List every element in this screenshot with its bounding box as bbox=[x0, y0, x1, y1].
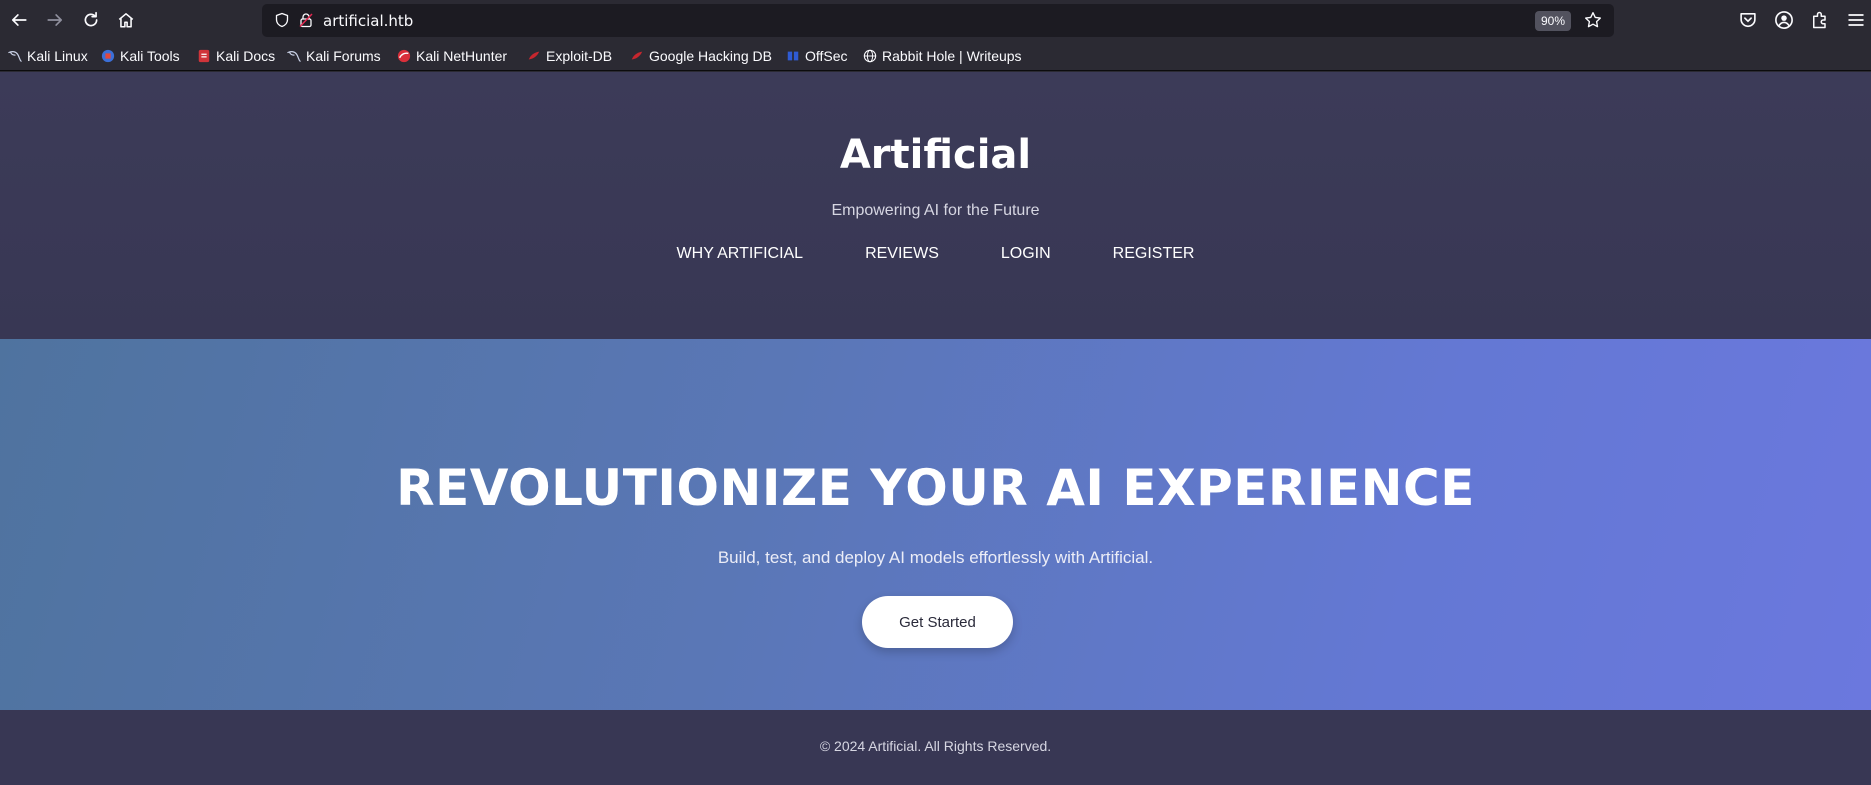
bookmark-kali-nethunter[interactable]: Kali NetHunter bbox=[397, 47, 507, 65]
extensions-icon[interactable] bbox=[1810, 10, 1830, 30]
get-started-button[interactable]: Get Started bbox=[862, 596, 1013, 648]
zoom-indicator[interactable]: 90% bbox=[1535, 11, 1572, 31]
url-text[interactable]: artificial.htb bbox=[323, 12, 413, 30]
nav-link-why-artificial[interactable]: WHY ARTIFICIAL bbox=[646, 245, 835, 263]
arrow-right-icon bbox=[47, 14, 63, 26]
site-nav: WHY ARTIFICIAL REVIEWS LOGIN REGISTER bbox=[0, 245, 1871, 263]
bookmark-kali-docs[interactable]: Kali Docs bbox=[197, 47, 275, 65]
site-title: Artificial bbox=[839, 132, 1032, 178]
footer-copyright: © 2024 Artificial. All Rights Reserved. bbox=[819, 738, 1052, 754]
web-page: Artificial Empowering AI for the Future … bbox=[0, 72, 1871, 785]
bookmark-kali-forums[interactable]: Kali Forums bbox=[287, 47, 381, 65]
forward-button[interactable] bbox=[41, 6, 69, 34]
bookmark-offsec[interactable]: OffSec bbox=[786, 47, 848, 65]
nav-link-reviews[interactable]: REVIEWS bbox=[834, 245, 970, 263]
bookmark-exploit-db[interactable]: Exploit-DB bbox=[527, 47, 612, 65]
site-tagline: Empowering AI for the Future bbox=[831, 202, 1040, 219]
kali-dragon-icon bbox=[287, 50, 301, 62]
kali-docs-icon bbox=[198, 49, 210, 63]
bookmark-star-icon[interactable] bbox=[1584, 11, 1602, 29]
bookmark-kali-tools[interactable]: Kali Tools bbox=[101, 47, 180, 65]
kali-dragon-icon bbox=[8, 50, 22, 62]
hero-section: REVOLUTIONIZE YOUR AI EXPERIENCE Build, … bbox=[0, 339, 1871, 710]
ghdb-icon bbox=[631, 51, 643, 60]
site-footer: © 2024 Artificial. All Rights Reserved. bbox=[0, 710, 1871, 785]
nav-link-login[interactable]: LOGIN bbox=[970, 245, 1082, 263]
home-button[interactable] bbox=[112, 6, 140, 34]
hero-subtitle: Build, test, and deploy AI models effort… bbox=[717, 548, 1154, 567]
nav-link-register[interactable]: REGISTER bbox=[1082, 245, 1226, 263]
arrow-left-icon bbox=[11, 14, 27, 26]
bookmark-rabbit-hole[interactable]: Rabbit Hole | Writeups bbox=[863, 47, 1022, 65]
nethunter-icon bbox=[397, 49, 411, 63]
offsec-icon bbox=[787, 51, 799, 61]
bookmarks-toolbar: Kali Linux Kali Tools Kali Docs Kali For… bbox=[0, 41, 1871, 71]
account-icon[interactable] bbox=[1774, 10, 1794, 30]
globe-icon bbox=[863, 49, 877, 63]
bookmark-kali-linux[interactable]: Kali Linux bbox=[8, 47, 88, 65]
address-bar[interactable]: artificial.htb 90% bbox=[262, 4, 1614, 37]
browser-toolbar: artificial.htb 90% bbox=[0, 0, 1871, 41]
tracking-shield-icon[interactable] bbox=[274, 12, 290, 28]
bookmark-google-hacking-db[interactable]: Google Hacking DB bbox=[630, 47, 772, 65]
back-button[interactable] bbox=[5, 6, 33, 34]
site-header: Artificial Empowering AI for the Future … bbox=[0, 72, 1871, 339]
insecure-lock-icon[interactable] bbox=[298, 12, 314, 28]
menu-icon[interactable] bbox=[1846, 10, 1866, 30]
reload-button[interactable] bbox=[77, 6, 105, 34]
reload-icon bbox=[84, 11, 98, 27]
kali-tools-icon bbox=[101, 49, 115, 63]
exploit-db-icon bbox=[528, 51, 540, 60]
home-icon bbox=[118, 13, 134, 28]
hero-title: REVOLUTIONIZE YOUR AI EXPERIENCE bbox=[396, 459, 1475, 517]
pocket-icon[interactable] bbox=[1738, 10, 1758, 30]
